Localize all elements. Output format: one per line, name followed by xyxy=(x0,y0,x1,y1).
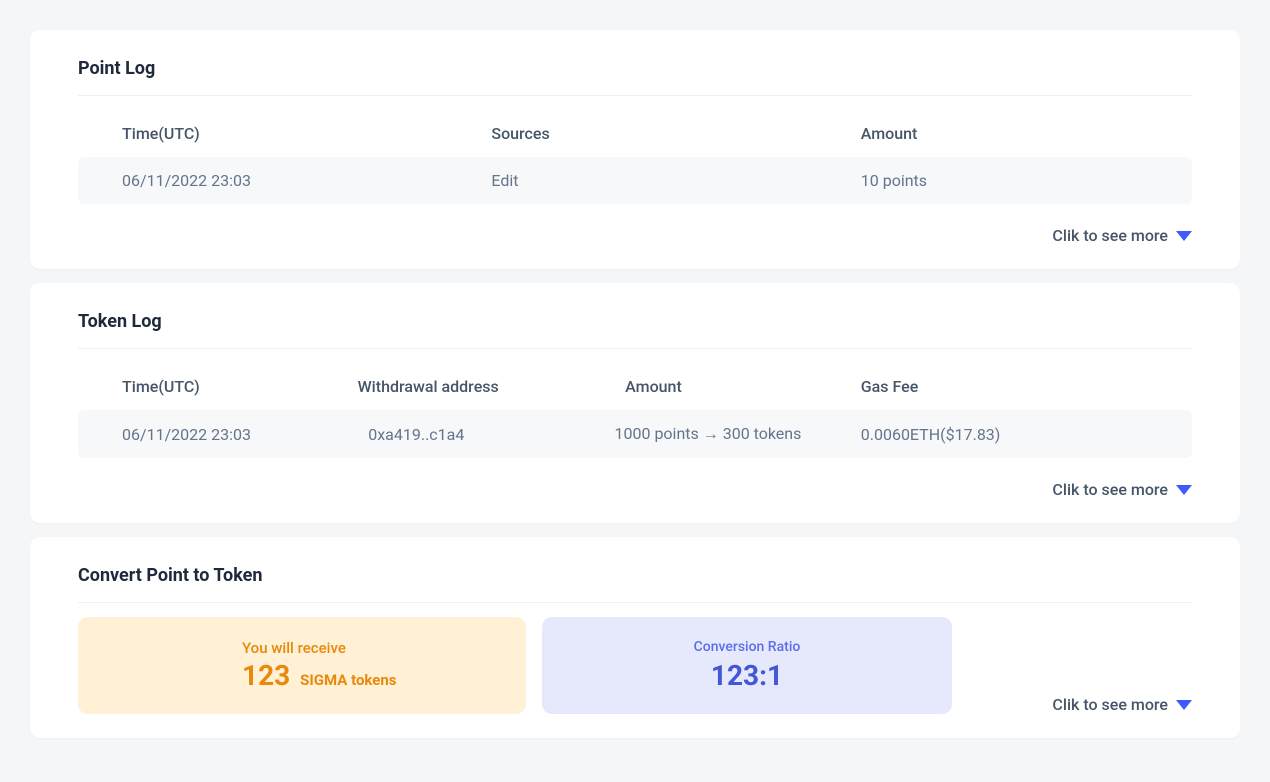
receive-panel: You will receive 123 SIGMA tokens xyxy=(78,617,526,714)
ratio-value: 123:1 xyxy=(570,659,924,692)
cell-sources: Edit xyxy=(491,171,860,190)
chevron-down-icon xyxy=(1176,700,1192,710)
convert-title: Convert Point to Token xyxy=(78,565,1192,586)
chevron-down-icon xyxy=(1176,231,1192,241)
see-more-label: Clik to see more xyxy=(1052,480,1168,499)
point-log-card: Point Log Time(UTC) Sources Amount 06/11… xyxy=(30,30,1240,269)
divider xyxy=(78,95,1192,96)
receive-line: 123 SIGMA tokens xyxy=(242,659,498,692)
receive-unit: SIGMA tokens xyxy=(300,671,396,689)
token-log-title: Token Log xyxy=(78,311,1192,332)
header-time: Time(UTC) xyxy=(122,124,491,143)
receive-number: 123 xyxy=(242,659,290,692)
cell-time: 06/11/2022 23:03 xyxy=(122,171,491,190)
see-more-button[interactable]: Clik to see more xyxy=(1052,480,1192,499)
ratio-panel: Conversion Ratio 123:1 xyxy=(542,617,952,714)
see-more-button[interactable]: Clik to see more xyxy=(1052,695,1192,714)
header-address: Withdrawal address xyxy=(358,377,594,396)
header-amount: Amount xyxy=(861,124,1148,143)
header-time: Time(UTC) xyxy=(122,377,358,396)
see-more-label: Clik to see more xyxy=(1052,226,1168,245)
convert-row: You will receive 123 SIGMA tokens Conver… xyxy=(78,617,1192,714)
divider xyxy=(78,602,1192,603)
table-header: Time(UTC) Withdrawal address Amount Gas … xyxy=(78,363,1192,410)
point-log-title: Point Log xyxy=(78,58,1192,79)
point-log-table: Time(UTC) Sources Amount 06/11/2022 23:0… xyxy=(78,110,1192,204)
cell-address: 0xa419..c1a4 xyxy=(368,425,614,444)
ratio-label: Conversion Ratio xyxy=(570,639,924,655)
see-more-label: Clik to see more xyxy=(1052,695,1168,714)
see-more-row: Clik to see more xyxy=(1052,695,1192,714)
chevron-down-icon xyxy=(1176,485,1192,495)
token-log-table: Time(UTC) Withdrawal address Amount Gas … xyxy=(78,363,1192,458)
cell-gas: 0.0060ETH($17.83) xyxy=(861,425,1148,444)
header-sources: Sources xyxy=(491,124,860,143)
table-row: 06/11/2022 23:03 Edit 10 points xyxy=(78,157,1192,204)
header-amount: Amount xyxy=(593,377,861,396)
cell-amount: 1000 points → 300 tokens xyxy=(615,424,861,444)
see-more-button[interactable]: Clik to see more xyxy=(1052,226,1192,245)
token-log-card: Token Log Time(UTC) Withdrawal address A… xyxy=(30,283,1240,523)
table-header: Time(UTC) Sources Amount xyxy=(78,110,1192,157)
cell-time: 06/11/2022 23:03 xyxy=(122,425,368,444)
header-gas: Gas Fee xyxy=(861,377,1148,396)
see-more-row: Clik to see more xyxy=(78,226,1192,245)
divider xyxy=(78,348,1192,349)
cell-amount: 10 points xyxy=(861,171,1148,190)
table-row: 06/11/2022 23:03 0xa419..c1a4 1000 point… xyxy=(78,410,1192,458)
receive-label: You will receive xyxy=(242,639,498,657)
convert-card: Convert Point to Token You will receive … xyxy=(30,537,1240,738)
see-more-row: Clik to see more xyxy=(78,480,1192,499)
